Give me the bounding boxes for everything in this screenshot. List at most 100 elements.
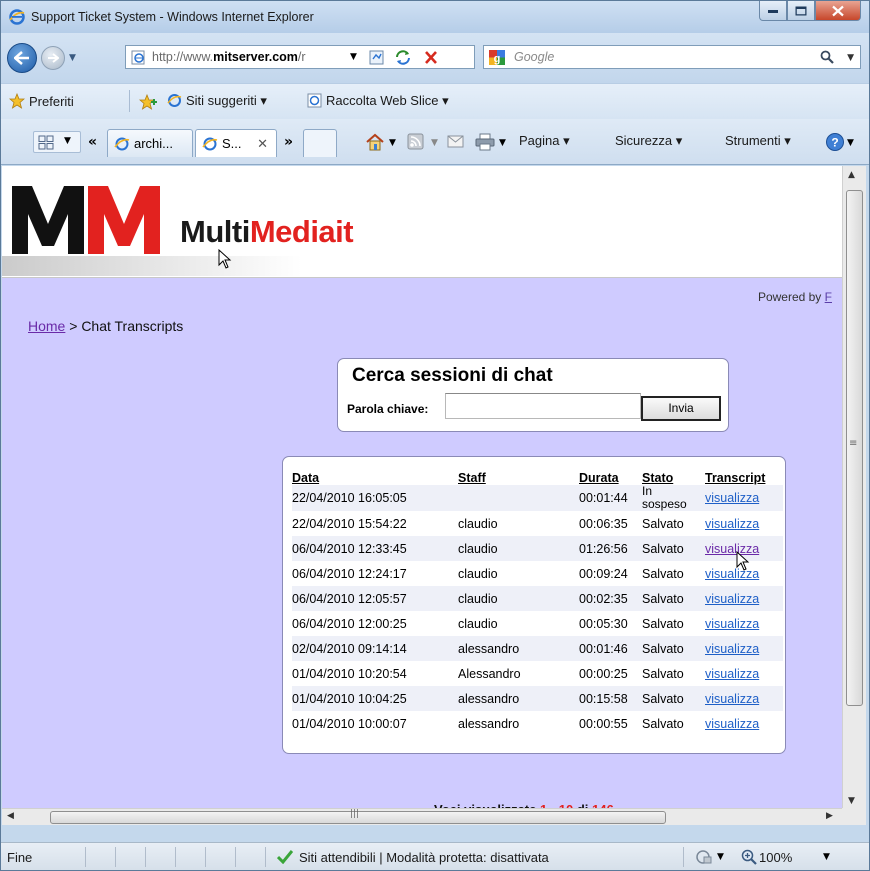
view-transcript-link[interactable]: visualizza — [705, 491, 759, 505]
url-prefix: http://www. — [152, 50, 214, 64]
powered-by-link[interactable]: F — [825, 290, 832, 304]
keyword-input[interactable] — [445, 393, 641, 419]
home-icon[interactable] — [365, 133, 385, 151]
horizontal-scrollbar[interactable]: ◀ ||| ▶ — [2, 808, 842, 825]
column-header-data[interactable]: Data — [292, 463, 458, 485]
print-dropdown-icon[interactable]: ▼ — [499, 138, 506, 148]
chat-search-panel: Cerca sessioni di chat Parola chiave: In… — [337, 358, 729, 432]
column-header-stato[interactable]: Stato — [642, 463, 705, 485]
cell-stato: Salvato — [642, 636, 705, 661]
cell-durata: 00:02:35 — [579, 586, 642, 611]
view-transcript-link[interactable]: visualizza — [705, 542, 759, 556]
vertical-scrollbar[interactable]: ▲ ≡ ▼ — [842, 166, 866, 822]
scroll-grip-icon: ||| — [350, 809, 360, 819]
cell-data: 01/04/2010 10:04:25 — [292, 686, 458, 711]
view-transcript-link[interactable]: visualizza — [705, 517, 759, 531]
tools-menu[interactable]: Strumenti ▾ — [725, 133, 791, 149]
compatibility-icon[interactable] — [368, 49, 386, 66]
tab-archive[interactable]: archi... — [107, 129, 193, 157]
status-divider — [85, 847, 86, 867]
view-transcript-link[interactable]: visualizza — [705, 717, 759, 731]
cell-stato: Salvato — [642, 586, 705, 611]
address-bar[interactable]: http://www.mitserver.com/r ▼ — [125, 45, 475, 69]
favorites-button[interactable]: Preferiti — [9, 93, 74, 109]
view-transcript-link[interactable]: visualizza — [705, 567, 759, 581]
column-header-durata[interactable]: Durata — [579, 463, 642, 485]
favbar-divider — [129, 90, 130, 112]
tab-list-dropdown-icon[interactable]: ▼ — [64, 136, 71, 146]
settings-dropdown-icon[interactable]: ▼ — [717, 852, 724, 862]
close-tab-icon[interactable]: ✕ — [257, 136, 268, 152]
suggested-sites-button[interactable]: Siti suggeriti ▾ — [167, 93, 267, 109]
help-dropdown-icon[interactable]: ▼ — [847, 138, 854, 148]
address-dropdown-icon[interactable]: ▼ — [350, 52, 357, 62]
quick-tabs-button[interactable]: ▼ — [33, 131, 81, 153]
tab-support[interactable]: S... ✕ — [195, 129, 277, 157]
feeds-icon[interactable] — [407, 133, 425, 151]
back-button[interactable] — [7, 43, 37, 73]
web-slice-gallery-button[interactable]: Raccolta Web Slice ▾ — [307, 93, 449, 109]
cell-data: 06/04/2010 12:05:57 — [292, 586, 458, 611]
suggested-sites-label: Siti suggeriti ▾ — [186, 93, 267, 108]
search-icon[interactable] — [820, 50, 834, 64]
cell-staff: claudio — [458, 586, 579, 611]
home-dropdown-icon[interactable]: ▼ — [389, 138, 396, 148]
minimize-button[interactable] — [759, 1, 787, 21]
security-zone-text[interactable]: Siti attendibili | Modalità protetta: di… — [299, 850, 549, 865]
breadcrumb-current: > Chat Transcripts — [65, 318, 184, 334]
cell-durata: 00:01:46 — [579, 636, 642, 661]
cell-transcript: visualizza — [705, 661, 783, 686]
tab-archive-label: archi... — [134, 136, 174, 151]
view-transcript-link[interactable]: visualizza — [705, 642, 759, 656]
zoom-icon[interactable] — [741, 849, 757, 865]
add-favorite-icon[interactable] — [139, 94, 157, 110]
help-icon[interactable]: ? — [825, 132, 845, 152]
multimediait-logo-text: MultiMediait — [180, 214, 354, 250]
scroll-left-arrow-icon[interactable]: ◀ — [7, 811, 14, 821]
page-menu[interactable]: Pagina ▾ — [519, 133, 570, 149]
mail-icon[interactable] — [447, 135, 465, 149]
feeds-dropdown-icon[interactable]: ▼ — [431, 138, 438, 148]
search-box[interactable]: g Google ▼ — [483, 45, 861, 69]
send-button[interactable]: Invia — [641, 396, 721, 421]
scrollbar-corner — [842, 808, 866, 825]
zoom-dropdown-icon[interactable]: ▼ — [823, 852, 830, 862]
cell-transcript: visualizza — [705, 511, 783, 536]
view-transcript-link[interactable]: visualizza — [705, 667, 759, 681]
change-settings-icon[interactable] — [695, 849, 713, 865]
view-transcript-link[interactable]: visualizza — [705, 592, 759, 606]
scroll-right-arrow-icon[interactable]: ▶ — [826, 811, 833, 821]
scroll-down-arrow-icon[interactable]: ▼ — [848, 796, 855, 806]
maximize-button[interactable] — [787, 1, 815, 21]
stop-icon[interactable] — [422, 49, 440, 66]
tab-scroll-right[interactable]: » — [284, 134, 293, 150]
url-path: /r — [297, 50, 306, 64]
table-row: 01/04/2010 10:00:07 alessandro 00:00:55 … — [292, 711, 783, 736]
tab-scroll-left[interactable]: « — [88, 134, 97, 150]
logo-media: Mediait — [249, 214, 354, 249]
close-window-button[interactable] — [815, 1, 861, 21]
view-transcript-link[interactable]: visualizza — [705, 692, 759, 706]
breadcrumb-home-link[interactable]: Home — [28, 318, 65, 334]
stato-text: In sospeso — [642, 484, 687, 511]
column-header-transcript[interactable]: Transcript — [705, 463, 783, 485]
forward-button[interactable] — [41, 46, 65, 70]
new-tab-button[interactable] — [303, 129, 337, 157]
safety-menu[interactable]: Sicurezza ▾ — [615, 133, 682, 149]
print-icon[interactable] — [475, 133, 495, 151]
table-row: 06/04/2010 12:33:45 claudio 01:26:56 Sal… — [292, 536, 783, 561]
view-transcript-link[interactable]: visualizza — [705, 617, 759, 631]
history-dropdown-icon[interactable]: ▼ — [69, 53, 76, 63]
search-dropdown-icon[interactable]: ▼ — [847, 53, 854, 63]
scroll-up-arrow-icon[interactable]: ▲ — [848, 170, 855, 180]
cell-transcript: visualizza — [705, 686, 783, 711]
favorites-star-icon — [9, 93, 25, 109]
cell-durata: 00:05:30 — [579, 616, 628, 631]
maximize-icon — [795, 6, 807, 15]
url-text[interactable]: http://www.mitserver.com/r — [152, 50, 342, 64]
navigation-bar: ▼ http://www.mitserver.com/r ▼ g Google … — [1, 33, 869, 83]
column-header-staff[interactable]: Staff — [458, 463, 579, 485]
table-row: 22/04/2010 15:54:22 claudio 00:06:35 Sal… — [292, 511, 783, 536]
zoom-level[interactable]: 100% — [759, 850, 792, 865]
refresh-icon[interactable] — [394, 49, 412, 66]
